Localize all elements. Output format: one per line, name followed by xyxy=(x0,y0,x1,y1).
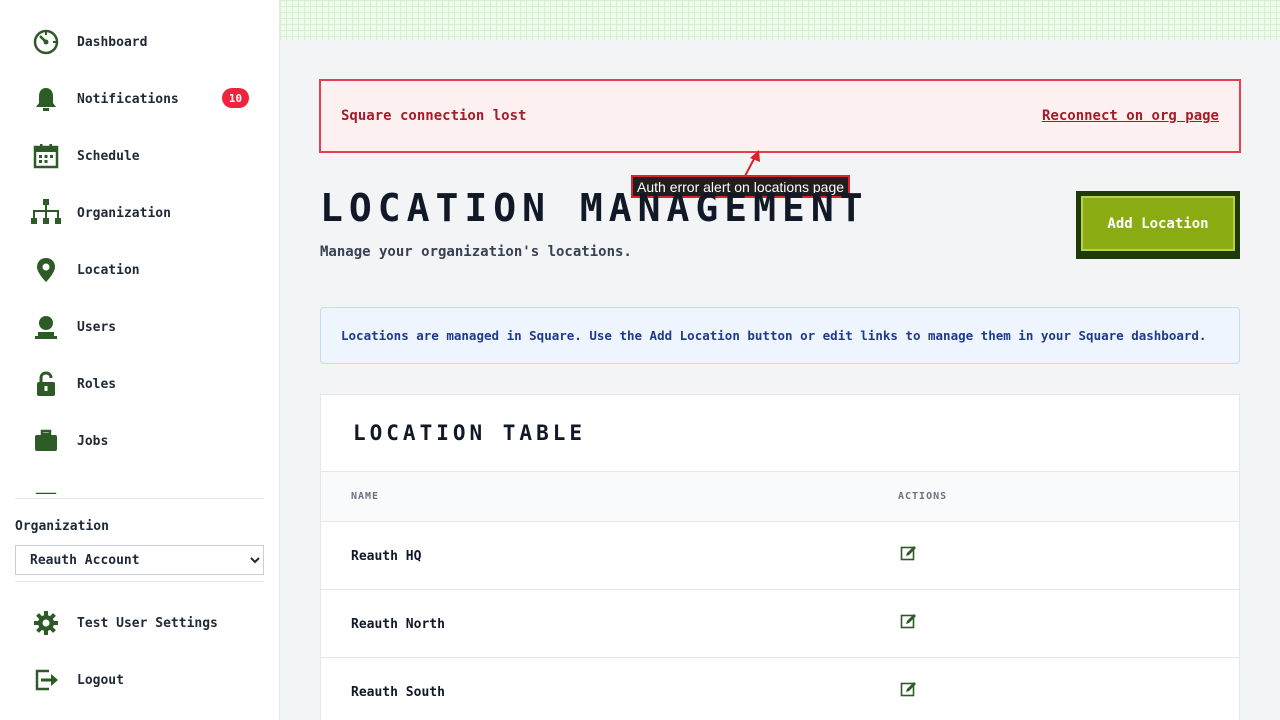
table-row: Reauth North xyxy=(321,590,1239,658)
sidebar-item-dashboard[interactable]: Dashboard xyxy=(30,22,255,62)
gear-icon xyxy=(30,607,62,639)
decorative-grid-banner xyxy=(280,0,1280,40)
table-row: Reauth HQ xyxy=(321,522,1239,590)
unlock-icon xyxy=(30,368,62,400)
sidebar-item-jobs[interactable]: Jobs xyxy=(30,421,255,461)
briefcase-icon xyxy=(30,425,62,457)
annotation-arrow-icon xyxy=(744,150,760,177)
alert-message: Square connection lost xyxy=(341,108,527,124)
map-pin-icon xyxy=(30,254,62,286)
organization-label: Organization xyxy=(15,519,109,534)
sidebar-item-location[interactable]: Location xyxy=(30,250,255,290)
sidebar-item-label: Organization xyxy=(77,205,171,221)
sidebar-item-partial[interactable] xyxy=(30,478,255,494)
sidebar-divider xyxy=(15,581,264,582)
info-notice-text: Locations are managed in Square. Use the… xyxy=(341,328,1207,343)
sidebar: Dashboard Notifications 10 Schedule Orga… xyxy=(0,0,280,720)
sidebar-item-label: Notifications xyxy=(77,91,179,107)
edit-icon[interactable] xyxy=(900,544,918,562)
info-notice: Locations are managed in Square. Use the… xyxy=(320,307,1240,364)
auth-error-alert: Square connection lost Reconnect on org … xyxy=(319,79,1241,153)
notification-count-badge: 10 xyxy=(222,88,249,108)
org-chart-icon xyxy=(30,197,62,229)
bell-icon xyxy=(30,83,62,115)
location-name: Reauth South xyxy=(351,685,445,700)
sidebar-item-organization[interactable]: Organization xyxy=(30,193,255,233)
location-name: Reauth HQ xyxy=(351,549,422,564)
table-row: Reauth South xyxy=(321,658,1239,720)
page-title: Location Management xyxy=(320,186,869,230)
sidebar-item-label: Dashboard xyxy=(77,34,148,50)
location-table-card: Location Table Name Actions Reauth HQ Re… xyxy=(320,394,1240,720)
sidebar-item-notifications[interactable]: Notifications 10 xyxy=(30,79,255,119)
sidebar-item-schedule[interactable]: Schedule xyxy=(30,136,255,176)
sidebar-item-test-user-settings[interactable]: Test User Settings xyxy=(30,603,255,643)
sidebar-item-label: Logout xyxy=(77,672,124,688)
sidebar-item-label: Users xyxy=(77,319,117,335)
sidebar-nav: Dashboard Notifications 10 Schedule Orga… xyxy=(0,0,279,494)
reconnect-link[interactable]: Reconnect on org page xyxy=(1042,108,1219,124)
logout-icon xyxy=(30,664,62,696)
user-icon xyxy=(30,311,62,343)
calendar-icon xyxy=(30,140,62,172)
table-title: Location Table xyxy=(353,421,587,445)
organization-select[interactable]: Reauth Account xyxy=(15,545,264,575)
sidebar-item-users[interactable]: Users xyxy=(30,307,255,347)
document-icon xyxy=(30,482,62,494)
sidebar-item-logout[interactable]: Logout xyxy=(30,660,255,700)
sidebar-item-label: Location xyxy=(77,262,140,278)
add-location-button-label: Add Location xyxy=(1081,196,1235,251)
sidebar-item-label: Test User Settings xyxy=(77,615,218,631)
dashboard-icon xyxy=(30,26,62,58)
sidebar-item-label: Schedule xyxy=(77,148,140,164)
add-location-button[interactable]: Add Location xyxy=(1076,191,1240,259)
sidebar-item-label: Roles xyxy=(77,376,117,392)
location-name: Reauth North xyxy=(351,617,445,632)
edit-icon[interactable] xyxy=(900,612,918,630)
column-header-actions: Actions xyxy=(898,491,948,502)
table-header: Name Actions xyxy=(321,471,1239,522)
edit-icon[interactable] xyxy=(900,680,918,698)
page-subtitle: Manage your organization's locations. xyxy=(320,244,632,260)
sidebar-item-label: Jobs xyxy=(77,433,109,449)
column-header-name[interactable]: Name xyxy=(351,491,379,502)
sidebar-divider xyxy=(15,498,264,499)
sidebar-item-roles[interactable]: Roles xyxy=(30,364,255,404)
